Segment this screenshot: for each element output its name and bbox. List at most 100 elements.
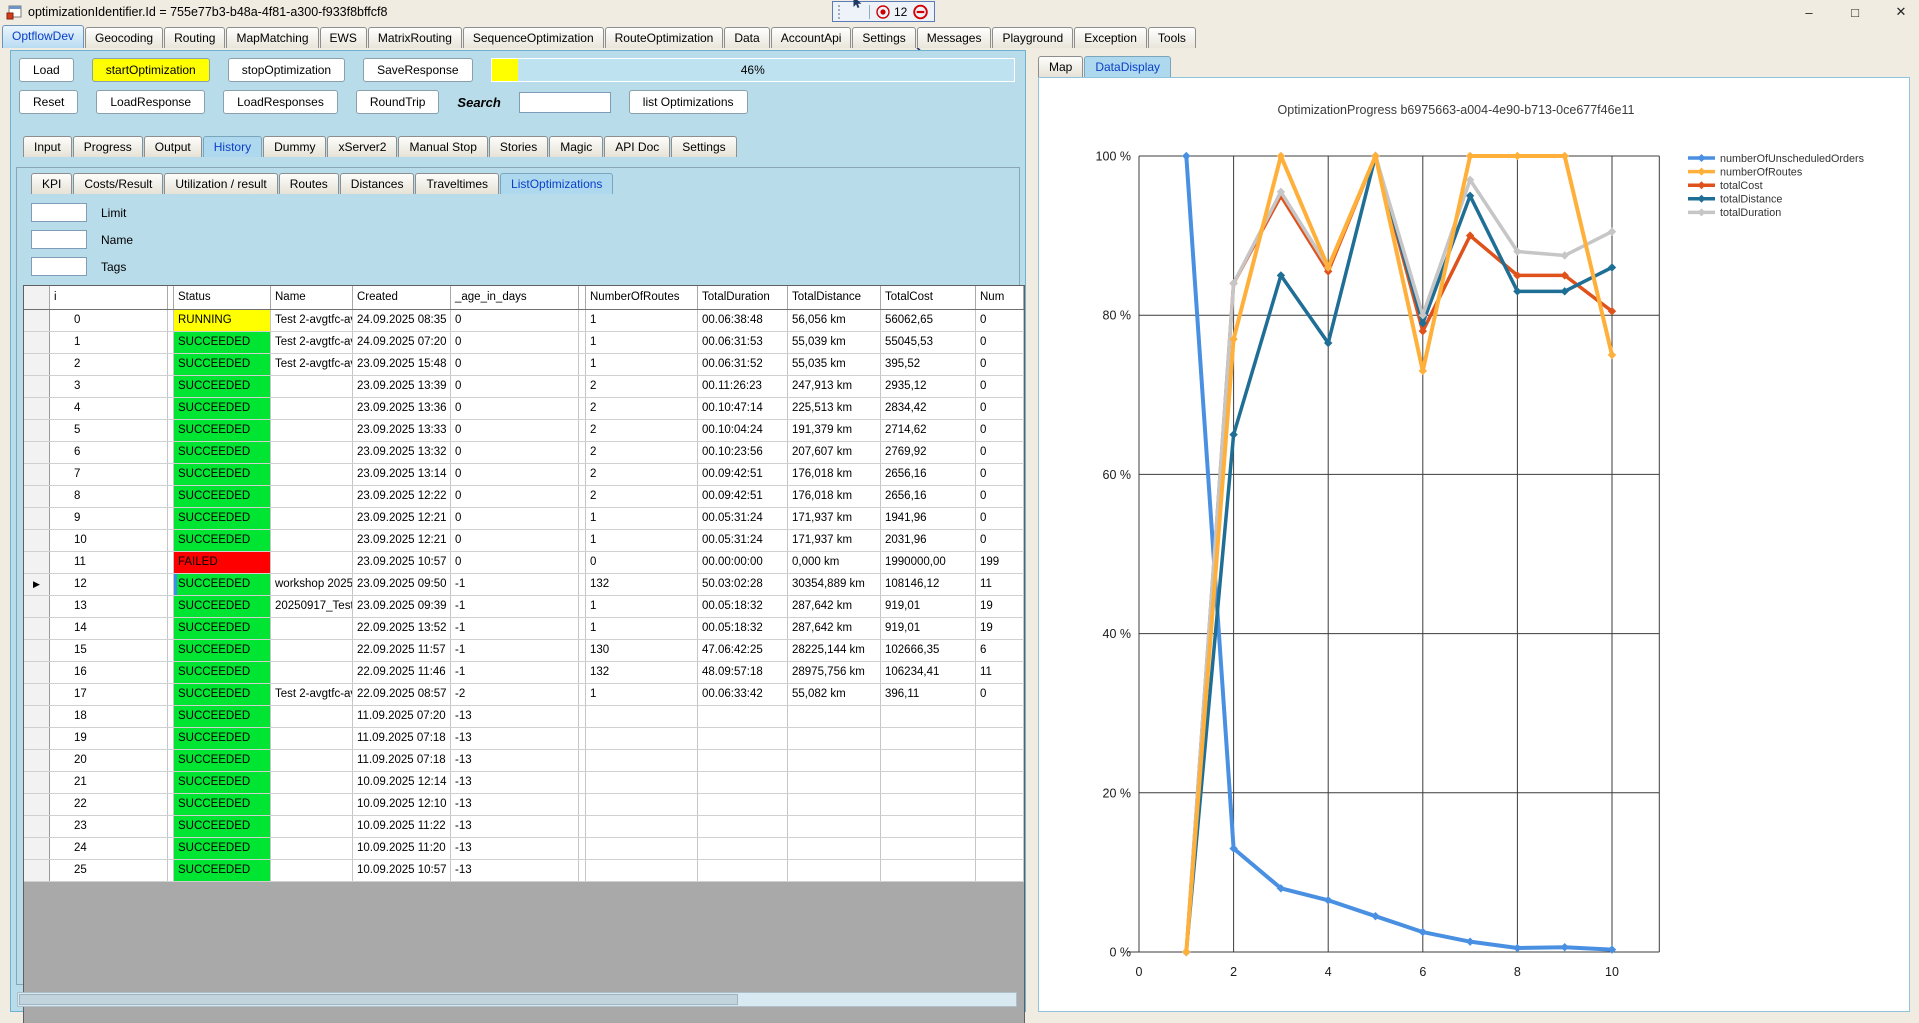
menu-tab-sequenceoptimization[interactable]: SequenceOptimization — [463, 27, 604, 48]
menu-tab-messages[interactable]: Messages — [917, 27, 992, 48]
menu-tab-mapmatching[interactable]: MapMatching — [226, 27, 318, 48]
tab-history[interactable]: History — [203, 136, 262, 157]
subtab-kpi[interactable]: KPI — [31, 173, 72, 194]
tab-input[interactable]: Input — [23, 136, 72, 157]
close-button[interactable]: ✕ — [1891, 4, 1911, 20]
tab-dummy[interactable]: Dummy — [263, 136, 326, 157]
maximize-button[interactable]: □ — [1845, 5, 1865, 20]
row-selector[interactable] — [24, 662, 50, 683]
grid-row-23[interactable]: 23SUCCEEDED10.09.2025 11:22-13 — [24, 816, 1024, 838]
grid-row-15[interactable]: 15SUCCEEDED22.09.2025 11:57-113047.06:42… — [24, 640, 1024, 662]
start-optimization-button[interactable]: startOptimization — [92, 58, 210, 82]
grid-row-11[interactable]: 11FAILED23.09.2025 10:570000.00:00:000,0… — [24, 552, 1024, 574]
name-filter-input[interactable] — [31, 230, 87, 249]
save-response-button[interactable]: SaveResponse — [363, 58, 472, 82]
menu-tab-optflowdev[interactable]: OptflowDev — [2, 25, 84, 48]
row-selector[interactable] — [24, 464, 50, 485]
minimize-button[interactable]: – — [1799, 5, 1819, 20]
row-selector[interactable] — [24, 486, 50, 507]
menu-tab-routing[interactable]: Routing — [164, 27, 225, 48]
column-header-num[interactable]: Num — [976, 286, 1024, 309]
load-response-button[interactable]: LoadResponse — [96, 90, 205, 114]
grid-row-9[interactable]: 9SUCCEEDED23.09.2025 12:210100.05:31:241… — [24, 508, 1024, 530]
grid-row-25[interactable]: 25SUCCEEDED10.09.2025 10:57-13 — [24, 860, 1024, 882]
menu-tab-playground[interactable]: Playground — [992, 27, 1073, 48]
subtab-utilization-result[interactable]: Utilization / result — [164, 173, 277, 194]
grid-row-12[interactable]: ▶12SUCCEEDEDworkshop 20250...23.09.2025 … — [24, 574, 1024, 596]
grid-row-18[interactable]: 18SUCCEEDED11.09.2025 07:20-13 — [24, 706, 1024, 728]
grid-row-20[interactable]: 20SUCCEEDED11.09.2025 07:18-13 — [24, 750, 1024, 772]
row-selector[interactable] — [24, 420, 50, 441]
stop-icon[interactable] — [910, 3, 930, 21]
grid-row-3[interactable]: 3SUCCEEDED23.09.2025 13:390200.11:26:232… — [24, 376, 1024, 398]
tab-magic[interactable]: Magic — [549, 136, 603, 157]
grid-row-24[interactable]: 24SUCCEEDED10.09.2025 11:20-13 — [24, 838, 1024, 860]
stop-optimization-button[interactable]: stopOptimization — [228, 58, 345, 82]
menu-tab-accountapi[interactable]: AccountApi — [771, 27, 852, 48]
column-header-duration[interactable]: TotalDuration — [698, 286, 788, 309]
row-selector[interactable] — [24, 794, 50, 815]
row-selector[interactable] — [24, 772, 50, 793]
row-selector[interactable] — [24, 750, 50, 771]
column-header-distance[interactable]: TotalDistance — [788, 286, 881, 309]
scrollbar-thumb[interactable] — [19, 994, 738, 1005]
column-header-cost[interactable]: TotalCost — [881, 286, 976, 309]
grid-row-6[interactable]: 6SUCCEEDED23.09.2025 13:320200.10:23:562… — [24, 442, 1024, 464]
cursor-icon[interactable] — [846, 0, 866, 12]
row-selector[interactable] — [24, 596, 50, 617]
limit-filter-input[interactable] — [31, 203, 87, 222]
reset-button[interactable]: Reset — [19, 90, 78, 114]
row-selector[interactable] — [24, 816, 50, 837]
menu-tab-routeoptimization[interactable]: RouteOptimization — [605, 27, 724, 48]
grid-row-16[interactable]: 16SUCCEEDED22.09.2025 11:46-113248.09:57… — [24, 662, 1024, 684]
row-selector[interactable] — [24, 552, 50, 573]
grid-row-2[interactable]: 2SUCCEEDEDTest 2-avgtfc-av...23.09.2025 … — [24, 354, 1024, 376]
row-selector[interactable] — [24, 310, 50, 331]
round-trip-button[interactable]: RoundTrip — [356, 90, 440, 114]
grid-row-1[interactable]: 1SUCCEEDEDTest 2-avgtfc-av...24.09.2025 … — [24, 332, 1024, 354]
menu-tab-ews[interactable]: EWS — [320, 27, 367, 48]
column-header-age[interactable]: _age_in_days — [451, 286, 579, 309]
grid-row-13[interactable]: 13SUCCEEDED20250917_TestO...23.09.2025 0… — [24, 596, 1024, 618]
row-selector[interactable] — [24, 838, 50, 859]
row-selector[interactable] — [24, 860, 50, 881]
menu-tab-exception[interactable]: Exception — [1074, 27, 1147, 48]
row-selector[interactable] — [24, 332, 50, 353]
tab-api-doc[interactable]: API Doc — [604, 136, 670, 157]
tab-progress[interactable]: Progress — [73, 136, 143, 157]
right-tab-datadisplay[interactable]: DataDisplay — [1084, 56, 1171, 77]
tab-output[interactable]: Output — [144, 136, 202, 157]
subtab-routes[interactable]: Routes — [279, 173, 339, 194]
row-selector[interactable] — [24, 442, 50, 463]
row-selector[interactable] — [24, 684, 50, 705]
grid-row-8[interactable]: 8SUCCEEDED23.09.2025 12:220200.09:42:511… — [24, 486, 1024, 508]
grid-row-5[interactable]: 5SUCCEEDED23.09.2025 13:330200.10:04:241… — [24, 420, 1024, 442]
row-selector[interactable] — [24, 508, 50, 529]
row-selector[interactable] — [24, 618, 50, 639]
subtab-traveltimes[interactable]: Traveltimes — [415, 173, 499, 194]
column-header-created[interactable]: Created — [353, 286, 451, 309]
grid-row-19[interactable]: 19SUCCEEDED11.09.2025 07:18-13 — [24, 728, 1024, 750]
menu-tab-geocoding[interactable]: Geocoding — [85, 27, 163, 48]
grid-row-10[interactable]: 10SUCCEEDED23.09.2025 12:210100.05:31:24… — [24, 530, 1024, 552]
menu-tab-matrixrouting[interactable]: MatrixRouting — [368, 27, 462, 48]
menu-tab-settings[interactable]: Settings — [852, 27, 915, 48]
row-selector[interactable] — [24, 728, 50, 749]
row-selector[interactable] — [24, 706, 50, 727]
row-selector[interactable] — [24, 398, 50, 419]
menu-tab-tools[interactable]: Tools — [1148, 27, 1196, 48]
tags-filter-input[interactable] — [31, 257, 87, 276]
row-selector[interactable] — [24, 530, 50, 551]
grid-row-22[interactable]: 22SUCCEEDED10.09.2025 12:10-13 — [24, 794, 1024, 816]
row-selector[interactable] — [24, 354, 50, 375]
grid-row-7[interactable]: 7SUCCEEDED23.09.2025 13:140200.09:42:511… — [24, 464, 1024, 486]
row-selector[interactable] — [24, 376, 50, 397]
load-button[interactable]: Load — [19, 58, 74, 82]
tab-settings[interactable]: Settings — [671, 136, 736, 157]
menu-tab-data[interactable]: Data — [724, 27, 769, 48]
horizontal-scrollbar[interactable] — [17, 992, 1017, 1007]
row-selector[interactable]: ▶ — [24, 574, 50, 595]
subtab-distances[interactable]: Distances — [340, 173, 415, 194]
grid-row-17[interactable]: 17SUCCEEDEDTest 2-avgtfc-av...22.09.2025… — [24, 684, 1024, 706]
right-tab-map[interactable]: Map — [1038, 56, 1083, 77]
